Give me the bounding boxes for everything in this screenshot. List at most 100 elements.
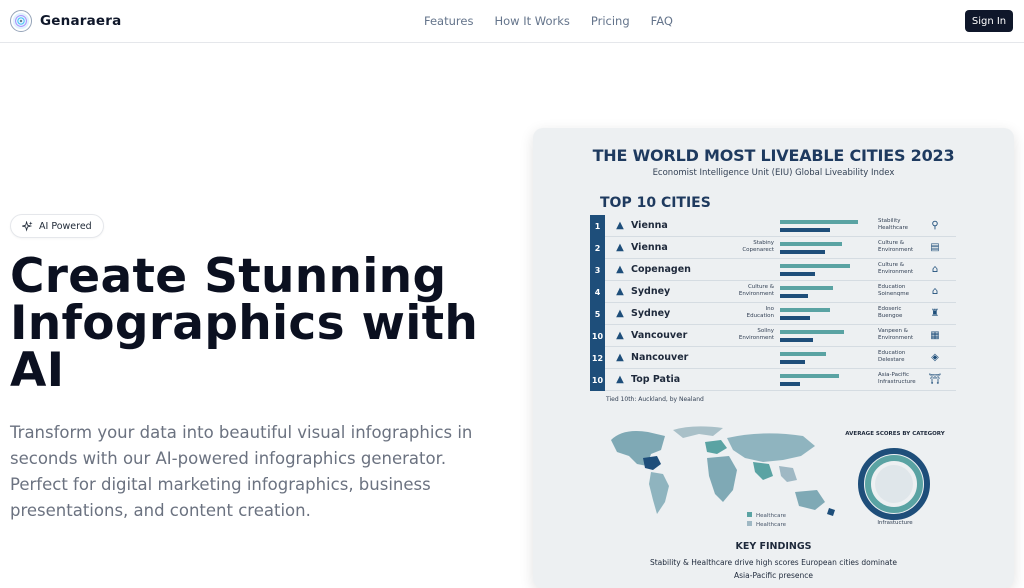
landmark-icon: ▲	[616, 308, 624, 319]
score-bar-secondary	[780, 316, 810, 320]
description-line: presentations, and content creation.	[10, 501, 311, 520]
key-findings-text: Stability & Healthcare drive high scores…	[649, 558, 897, 567]
score-bar-secondary	[780, 294, 808, 298]
landmark-icon: ▲	[616, 220, 624, 231]
landmark-icon: ▲	[616, 286, 624, 297]
score-bar-primary	[780, 286, 833, 290]
left-note: Sollny Environment	[738, 328, 774, 341]
rank-badge: 3	[590, 259, 605, 281]
score-bar-secondary	[780, 228, 830, 232]
city-name: Vancouver	[631, 330, 688, 341]
top-cities-heading: TOP 10 CITIES	[600, 195, 711, 211]
building-icon: ▤	[930, 242, 940, 253]
cities-table: 1 ▲ Vienna Stability Healthcare ⚲ 2 ▲ Vi…	[590, 215, 956, 391]
city-row: 2 ▲ Vienna Stabiny Copenarect Culture & …	[590, 237, 956, 259]
city-row: 12 ▲ Nancouver Education Delestare ◈	[590, 347, 956, 369]
map-legend: Healthcare Healthcare	[747, 512, 786, 530]
score-bar-primary	[780, 308, 830, 312]
right-note: Education Soinenqme	[878, 284, 909, 297]
house-icon: ⌂	[931, 286, 939, 297]
city-row: 3 ▲ Copenagen Culture & Environment ⌂	[590, 259, 956, 281]
sign-in-button[interactable]: Sign In	[965, 10, 1013, 32]
rank-badge: 10	[590, 325, 605, 347]
score-bar-primary	[780, 330, 844, 334]
landmark-icon: ▲	[616, 242, 624, 253]
city-row: 10 ▲ Top Patia Asia-Pacific Infrastructu…	[590, 369, 956, 391]
city-name: Sydney	[631, 308, 671, 319]
ai-powered-badge: AI Powered	[10, 214, 104, 238]
rank-badge: 12	[590, 347, 605, 369]
headline-line: Infographics with	[10, 296, 479, 351]
city-name: Vienna	[631, 220, 668, 231]
description-line: seconds with our AI-powered infographics…	[10, 449, 447, 468]
landmark-icon: ▲	[616, 374, 624, 385]
donut-label: Infrastucture	[877, 520, 913, 526]
city-row: 1 ▲ Vienna Stability Healthcare ⚲	[590, 215, 956, 237]
city-name: Nancouver	[631, 352, 689, 363]
nav-how-it-works-link[interactable]: How It Works	[494, 14, 569, 28]
city-name: Vienna	[631, 242, 668, 253]
castle-icon: ♜	[930, 308, 940, 319]
right-note: Stability Healthcare	[878, 218, 908, 231]
description-line: Transform your data into beautiful visua…	[10, 423, 473, 442]
score-bar-primary	[780, 264, 850, 268]
score-bar-primary	[780, 352, 826, 356]
right-note: Culture & Environment	[878, 262, 914, 275]
landmark-icon: ▲	[616, 264, 624, 275]
left-note: Ino Education	[746, 306, 774, 319]
headline-line: Create Stunning	[10, 249, 447, 304]
right-note: Culture & Environment	[878, 240, 914, 253]
world-map	[611, 426, 835, 516]
sparkle-icon	[22, 220, 33, 232]
main-nav: Features How It Works Pricing FAQ	[424, 14, 673, 28]
score-bar-secondary	[780, 360, 805, 364]
brand[interactable]: Genaraera	[10, 10, 121, 32]
city-name: Top Patia	[631, 374, 681, 385]
museum-icon: ⌂	[931, 264, 939, 275]
score-bar-secondary	[780, 338, 813, 342]
tori-icon: ⛩	[928, 374, 942, 385]
score-bar-secondary	[780, 272, 815, 276]
left-note: Culture & Environment	[738, 284, 774, 297]
donut-title: AVERAGE SCORES BY CATEGORY	[845, 431, 945, 437]
headline-line: AI	[10, 343, 65, 398]
city-name: Copenagen	[631, 264, 691, 275]
logo-icon	[10, 10, 32, 32]
rank-badge: 10	[590, 369, 605, 391]
infographic-subtitle: Economist Intelligence Unit (EIU) Global…	[652, 168, 895, 178]
description-line: Perfect for digital marketing infographi…	[10, 475, 431, 494]
tied-note: Tied 10th: Auckland, by Nealand	[606, 396, 704, 403]
city-row: 10 ▲ Vancouver Sollny Environment Vanpee…	[590, 325, 956, 347]
landmark-icon: ▲	[616, 330, 624, 341]
right-note: Asia-Pacific Infrastructure	[878, 372, 916, 385]
nav-faq-link[interactable]: FAQ	[651, 14, 673, 28]
score-bar-primary	[780, 374, 839, 378]
rank-badge: 1	[590, 215, 605, 237]
right-note: Edoseric Buengoe	[878, 306, 903, 319]
legend-item: Healthcare	[747, 512, 786, 521]
bicycle-icon: ⚲	[931, 220, 939, 231]
badge-label: AI Powered	[39, 220, 92, 232]
rank-badge: 2	[590, 237, 605, 259]
nav-pricing-link[interactable]: Pricing	[591, 14, 630, 28]
legend-label: Healthcare	[756, 513, 786, 519]
score-bar-secondary	[780, 382, 800, 386]
score-bar-primary	[780, 220, 858, 224]
left-note: Stabiny Copenarect	[742, 240, 774, 253]
city-row: 5 ▲ Sydney Ino Education Edoseric Buengo…	[590, 303, 956, 325]
infographic-preview: THE WORLD MOST LIVEABLE CITIES 2023 Econ…	[533, 128, 1014, 588]
landmark-icon: ▲	[616, 352, 624, 363]
right-note: Vanpeen & Environment	[878, 328, 914, 341]
shield-icon: ◈	[931, 352, 939, 363]
score-bar-secondary	[780, 250, 825, 254]
nav-features-link[interactable]: Features	[424, 14, 473, 28]
rank-badge: 4	[590, 281, 605, 303]
city-row: 4 ▲ Sydney Culture & Environment Educati…	[590, 281, 956, 303]
brand-name: Genaraera	[40, 13, 122, 29]
tower-icon: ▦	[930, 330, 940, 341]
legend-label: Healthcare	[756, 522, 786, 528]
city-name: Sydney	[631, 286, 671, 297]
score-bar-primary	[780, 242, 842, 246]
hero-headline: Create Stunning Infographics with AI	[10, 253, 510, 394]
legend-item: Healthcare	[747, 521, 786, 530]
